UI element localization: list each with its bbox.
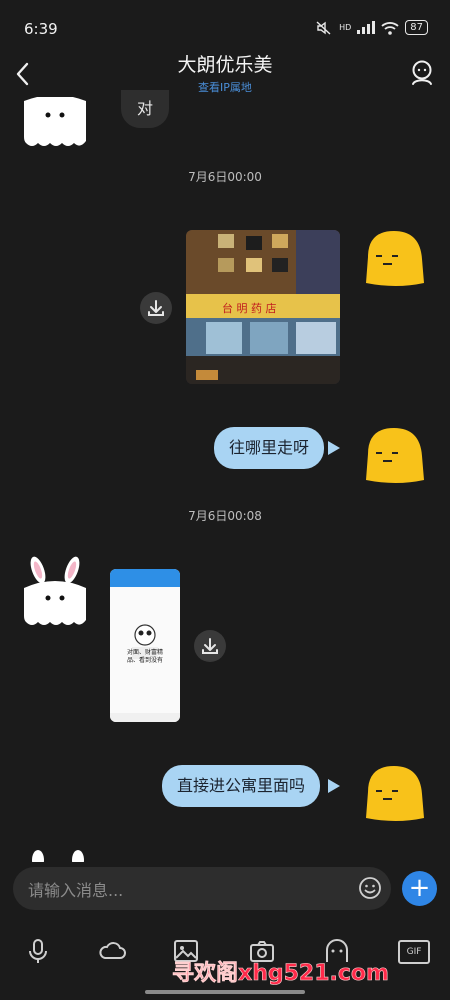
- storefront-photo: 台 明 药 店: [186, 230, 340, 384]
- emoji-icon[interactable]: [358, 876, 382, 900]
- timestamp: 7月6日00:00: [188, 170, 262, 184]
- profile-icon[interactable]: [410, 60, 434, 86]
- screenshot-message[interactable]: 对面、财富精品、看到没有: [110, 569, 180, 722]
- outgoing-message[interactable]: 往哪里走呀: [214, 427, 325, 469]
- battery-indicator: 87: [405, 20, 428, 35]
- status-time: 6:39: [24, 20, 58, 38]
- contact-avatar-bunny[interactable]: [22, 556, 88, 628]
- contact-avatar[interactable]: [22, 97, 88, 149]
- hd-label: HD: [339, 23, 352, 32]
- download-button[interactable]: [140, 292, 172, 324]
- bubble-tail: [328, 779, 340, 793]
- photo-message[interactable]: 台 明 药 店: [186, 230, 340, 384]
- wifi-icon: [381, 21, 399, 35]
- more-plus-button[interactable]: +: [402, 871, 437, 906]
- watermark: 寻欢阁xhg521.com: [172, 961, 390, 987]
- timestamp: 7月6日00:08: [188, 509, 262, 523]
- phone-screenshot: [110, 569, 180, 722]
- message-text: 往哪里走呀: [229, 438, 310, 457]
- chat-title: 大朗优乐美: [177, 54, 273, 76]
- message-input-placeholder: 请输入消息...: [28, 881, 124, 900]
- my-avatar[interactable]: [362, 426, 426, 484]
- gif-icon[interactable]: GIF: [398, 940, 430, 964]
- view-ip-location-link[interactable]: 查看IP属地: [0, 79, 450, 95]
- mute-icon: [316, 20, 331, 35]
- download-icon: [148, 300, 164, 316]
- microphone-icon[interactable]: [24, 938, 52, 964]
- my-avatar[interactable]: [362, 764, 426, 822]
- download-icon: [202, 638, 218, 654]
- message-text: 直接进公寓里面吗: [177, 776, 306, 795]
- home-indicator[interactable]: [145, 990, 305, 994]
- screenshot-caption: 对面、财富精品、看到没有: [126, 649, 163, 664]
- store-sign: 台 明 药 店: [222, 301, 277, 315]
- status-icons: HD 87: [315, 20, 428, 35]
- outgoing-message[interactable]: 直接进公寓里面吗: [162, 765, 321, 807]
- message-text: 对: [137, 99, 154, 118]
- contact-avatar-bunny[interactable]: [26, 848, 90, 862]
- incoming-message[interactable]: 对: [121, 90, 170, 128]
- signal-icon: [357, 21, 376, 34]
- my-avatar[interactable]: [362, 229, 426, 287]
- download-button[interactable]: [194, 630, 226, 662]
- cloud-icon[interactable]: [98, 938, 126, 964]
- bubble-tail: [328, 441, 340, 455]
